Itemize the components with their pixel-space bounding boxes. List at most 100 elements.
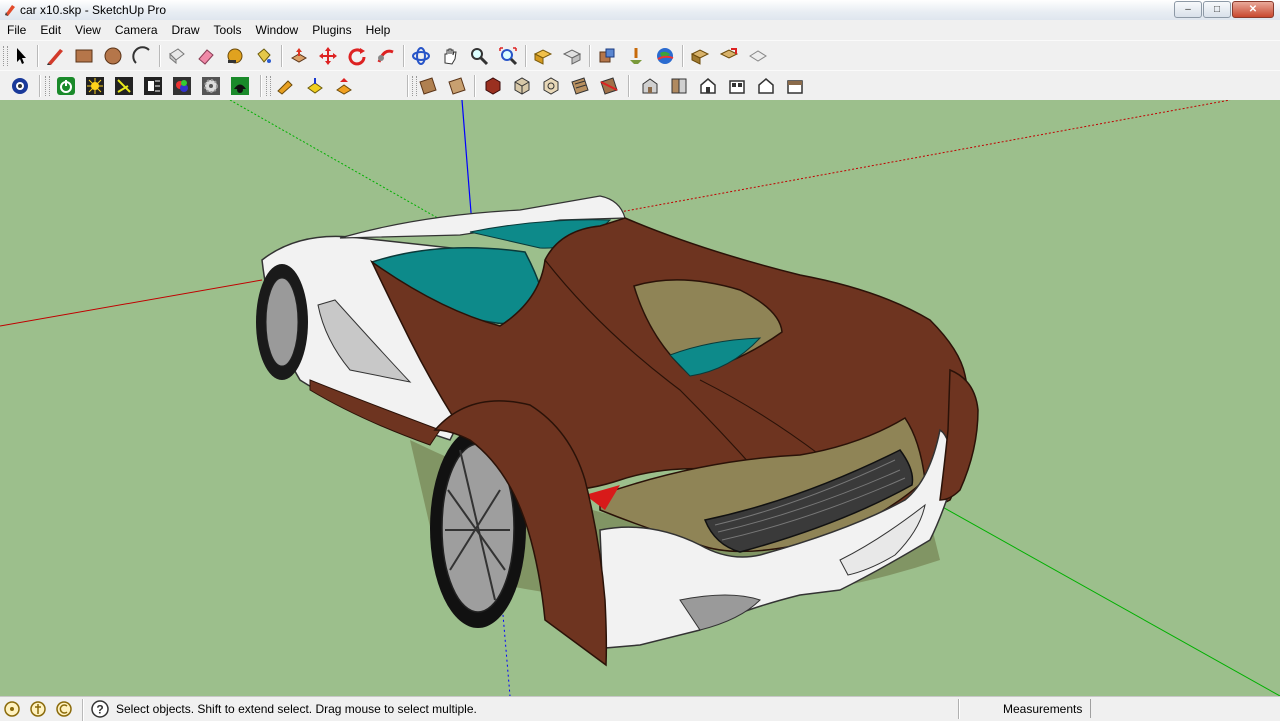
share-model-icon[interactable]: [560, 44, 584, 68]
status-separator: [958, 699, 960, 719]
shaded-icon[interactable]: [568, 74, 592, 98]
power-icon[interactable]: [54, 74, 78, 98]
toolbar-separator: [159, 45, 161, 67]
toolbar-separator: [39, 75, 41, 97]
menu-window[interactable]: Window: [249, 20, 306, 40]
gear-settings-icon[interactable]: [199, 74, 223, 98]
arc-icon[interactable]: [130, 44, 154, 68]
car-model-scene[interactable]: [0, 100, 1280, 696]
toolbar-grip[interactable]: [266, 76, 271, 96]
red-axis-line: [0, 279, 263, 327]
status-bar: ? Select objects. Shift to extend select…: [0, 696, 1280, 721]
toolbar-separator: [589, 45, 591, 67]
make-component-icon[interactable]: [165, 44, 189, 68]
maximize-button[interactable]: □: [1203, 1, 1231, 18]
green-axis-dashed: [229, 100, 451, 226]
copyright-icon[interactable]: [55, 700, 73, 718]
fog-icon[interactable]: [112, 74, 136, 98]
model-viewport[interactable]: [0, 100, 1280, 696]
preview-model-icon[interactable]: [688, 44, 712, 68]
menu-camera[interactable]: Camera: [108, 20, 165, 40]
iso-view-icon[interactable]: [638, 74, 662, 98]
menu-tools[interactable]: Tools: [207, 20, 249, 40]
eraser-icon[interactable]: [194, 44, 218, 68]
layer-icon[interactable]: [746, 44, 770, 68]
menu-file[interactable]: File: [0, 20, 33, 40]
plugin-tool-c-icon[interactable]: [332, 74, 356, 98]
top-view-icon[interactable]: [667, 74, 691, 98]
zoom-extents-icon[interactable]: [496, 44, 520, 68]
hidden-line-icon[interactable]: [539, 74, 563, 98]
car-rear-left-rim: [265, 277, 299, 367]
pencil-line-icon[interactable]: [43, 44, 67, 68]
color-settings-icon[interactable]: [170, 74, 194, 98]
measurements-input[interactable]: [1090, 699, 1277, 718]
follow-me-icon[interactable]: [374, 44, 398, 68]
menu-draw[interactable]: Draw: [165, 20, 207, 40]
right-view-icon[interactable]: [725, 74, 749, 98]
share-component-icon[interactable]: [717, 44, 741, 68]
toolbar-separator: [260, 75, 262, 97]
svg-text:?: ?: [96, 703, 103, 717]
get-models-icon[interactable]: [531, 44, 555, 68]
toolbar-primary: [0, 40, 1280, 72]
toolbar-separator: [407, 75, 409, 97]
title-bar: car x10.skp - SketchUp Pro – □ ✕: [0, 0, 1280, 21]
toolbar-separator: [682, 45, 684, 67]
close-button[interactable]: ✕: [1232, 1, 1274, 18]
tape-measure-icon[interactable]: [223, 44, 247, 68]
plugin-tool-b-icon[interactable]: [303, 74, 327, 98]
menu-edit[interactable]: Edit: [33, 20, 68, 40]
toolbar-separator: [525, 45, 527, 67]
paint-bucket-icon[interactable]: [252, 44, 276, 68]
face-style-a-icon[interactable]: [416, 74, 440, 98]
push-pull-icon[interactable]: [287, 44, 311, 68]
wireframe-box-icon[interactable]: [510, 74, 534, 98]
status-message: Select objects. Shift to extend select. …: [116, 702, 477, 716]
menu-view[interactable]: View: [68, 20, 108, 40]
toolbar-separator: [403, 45, 405, 67]
menu-plugins[interactable]: Plugins: [305, 20, 358, 40]
window-controls: – □ ✕: [1174, 1, 1274, 18]
rotate-icon[interactable]: [345, 44, 369, 68]
toolbar-grip[interactable]: [45, 76, 50, 96]
render-icon[interactable]: [228, 74, 252, 98]
add-location-icon[interactable]: [624, 44, 648, 68]
move-icon[interactable]: [316, 44, 340, 68]
geo-location-icon[interactable]: [3, 700, 21, 718]
toolbar-separator: [281, 45, 283, 67]
rectangle-icon[interactable]: [72, 44, 96, 68]
face-style-b-icon[interactable]: [445, 74, 469, 98]
left-view-icon[interactable]: [783, 74, 807, 98]
toolbar-grip[interactable]: [3, 46, 8, 66]
measurements-label: Measurements: [1003, 702, 1083, 716]
sketchup-app-icon: [5, 5, 15, 16]
3d-connexion-icon[interactable]: [8, 74, 32, 98]
instructor-help-icon[interactable]: ?: [91, 700, 109, 718]
back-view-icon[interactable]: [754, 74, 778, 98]
orbit-icon[interactable]: [409, 44, 433, 68]
status-separator: [82, 699, 84, 721]
menu-bar: File Edit View Camera Draw Tools Window …: [0, 20, 1280, 40]
shaded-texture-icon[interactable]: [597, 74, 621, 98]
circle-icon[interactable]: [101, 44, 125, 68]
section-cut-icon[interactable]: [141, 74, 165, 98]
blue-axis-line: [461, 100, 473, 226]
green-axis-line: [929, 499, 1280, 696]
x-ray-icon[interactable]: [481, 74, 505, 98]
front-view-icon[interactable]: [696, 74, 720, 98]
toolbar-separator: [628, 75, 630, 97]
window-title: car x10.skp - SketchUp Pro: [20, 3, 167, 17]
sun-shadows-icon[interactable]: [83, 74, 107, 98]
red-axis-dashed: [619, 100, 1231, 213]
minimize-button[interactable]: –: [1174, 1, 1202, 18]
google-earth-icon[interactable]: [653, 44, 677, 68]
pan-icon[interactable]: [438, 44, 462, 68]
menu-help[interactable]: Help: [359, 20, 398, 40]
select-icon[interactable]: [9, 44, 33, 68]
zoom-icon[interactable]: [467, 44, 491, 68]
get-photo-texture-icon[interactable]: [595, 44, 619, 68]
plugin-tool-a-icon[interactable]: [274, 74, 298, 98]
toolbar-secondary: [0, 70, 1280, 102]
credits-icon[interactable]: [29, 700, 47, 718]
